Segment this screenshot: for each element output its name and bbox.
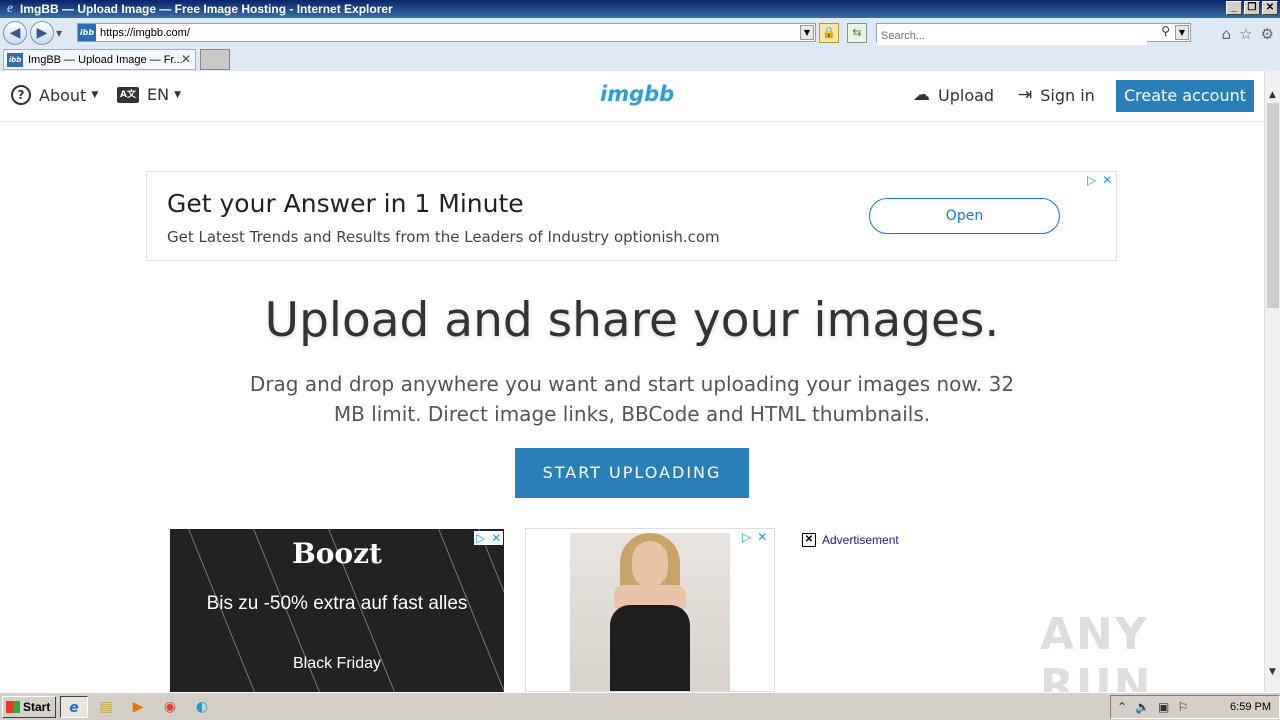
start-uploading-button[interactable]: START UPLOADING — [515, 448, 749, 498]
window-title: ImgBB — Upload Image — Free Image Hostin… — [20, 2, 393, 16]
url-field[interactable]: ibb https://imgbb.com/ ▼ — [77, 23, 816, 42]
close-button[interactable]: ✕ — [1262, 1, 1278, 15]
lock-icon[interactable]: 🔒 — [819, 23, 839, 43]
taskbar-chrome-icon[interactable]: ◉ — [156, 696, 184, 718]
flag-icon[interactable]: ⚐ — [1177, 700, 1188, 714]
language-label: EN — [147, 85, 170, 104]
network-icon[interactable]: ▣ — [1158, 700, 1169, 714]
forward-button[interactable]: ▶ — [30, 21, 54, 45]
adchoices[interactable]: ▷ ✕ — [1087, 173, 1112, 187]
toolbar-icons: ⌂ ☆ ⚙ — [1222, 25, 1274, 43]
ad-headline[interactable]: Get your Answer in 1 Minute — [167, 189, 524, 218]
windows-flag-icon — [6, 700, 20, 713]
signin-link[interactable]: ⇥ Sign in — [1018, 85, 1095, 105]
boozt-offer: Bis zu -50% extra auf fast alles — [206, 593, 468, 614]
new-tab-button[interactable] — [200, 49, 230, 70]
taskbar-explorer-icon[interactable]: ▤ — [92, 696, 120, 718]
window-titlebar: e ImgBB — Upload Image — Free Image Host… — [0, 0, 1280, 18]
ad-close-icon[interactable]: ✕ — [491, 531, 501, 545]
chevron-down-icon: ▼ — [91, 90, 99, 100]
adchoices-play-icon[interactable]: ▷ — [742, 530, 751, 544]
vertical-scrollbar[interactable]: ▲ ▼ — [1264, 71, 1280, 692]
question-circle-icon: ? — [11, 85, 31, 105]
site-header: ? About ▼ A文 EN ▼ imgbb ☁ Upload ⇥ Sign … — [0, 71, 1264, 122]
ad-subline[interactable]: Get Latest Trends and Results from the L… — [167, 228, 720, 246]
clock[interactable]: 6:59 PM — [1230, 701, 1271, 713]
minimize-button[interactable]: _ — [1226, 1, 1242, 15]
tab-favicon-icon: ibb — [7, 52, 23, 67]
search-icon[interactable]: ⚲ — [1161, 24, 1170, 38]
search-dropdown-icon[interactable]: ▼ — [1175, 25, 1189, 40]
upload-link[interactable]: ☁ Upload — [913, 85, 994, 105]
refresh-icon[interactable]: ⇆ — [847, 23, 867, 43]
history-dropdown-icon[interactable]: ▼ — [56, 29, 62, 38]
advertisement-label[interactable]: ✕ Advertisement — [802, 533, 899, 547]
gear-icon[interactable]: ⚙ — [1261, 25, 1274, 43]
language-icon: A文 — [117, 86, 139, 103]
adchoices[interactable]: ▷ ✕ — [474, 531, 504, 545]
advertisement-text[interactable]: Advertisement — [822, 533, 899, 547]
language-menu[interactable]: A文 EN ▼ — [117, 85, 181, 104]
ad-open-button[interactable]: Open — [869, 198, 1060, 234]
ad-close-icon[interactable]: ✕ — [757, 530, 767, 544]
boozt-tagline: Black Friday — [292, 655, 382, 672]
volume-icon[interactable]: 🔈 — [1135, 700, 1150, 714]
boozt-brand: Boozt — [292, 537, 382, 570]
sign-in-icon: ⇥ — [1018, 85, 1033, 105]
model-photo[interactable] — [570, 533, 730, 691]
site-favicon-icon: ibb — [78, 24, 96, 41]
upload-label: Upload — [938, 85, 995, 105]
broken-image-icon: ✕ — [802, 533, 816, 547]
page-viewport: ? About ▼ A文 EN ▼ imgbb ☁ Upload ⇥ Sign … — [0, 71, 1264, 692]
taskbar: Start e ▤ ▶ ◉ ◐ ⌃ 🔈 ▣ ⚐ 6:59 PM — [0, 692, 1280, 720]
scroll-thumb[interactable] — [1267, 103, 1279, 308]
home-icon[interactable]: ⌂ — [1222, 25, 1232, 43]
tab-label: ImgBB — Upload Image — Fr... — [28, 53, 183, 66]
adchoices-play-icon[interactable]: ▷ — [1087, 173, 1096, 187]
adchoices-play-icon[interactable]: ▷ — [476, 531, 485, 545]
tray-expand-icon[interactable]: ⌃ — [1117, 700, 1127, 714]
cloud-upload-icon: ☁ — [913, 85, 930, 105]
scroll-down-icon[interactable]: ▼ — [1265, 664, 1280, 680]
ie-logo-icon: e — [6, 1, 14, 16]
top-advertisement[interactable]: Get your Answer in 1 Minute Get Latest T… — [146, 171, 1117, 261]
tab-close-icon[interactable]: ✕ — [181, 52, 191, 66]
model-face — [632, 541, 668, 587]
search-input[interactable] — [877, 27, 1147, 45]
tab-imgbb[interactable]: ibb ImgBB — Upload Image — Fr... ✕ — [3, 49, 196, 70]
url-dropdown-icon[interactable]: ▼ — [800, 25, 814, 40]
taskbar-edge-icon[interactable]: ◐ — [188, 696, 216, 718]
about-menu[interactable]: ? About ▼ — [11, 85, 98, 105]
anyrun-watermark: ANY RUN — [1040, 609, 1153, 692]
hero-title: Upload and share your images. — [264, 293, 1000, 348]
signin-label: Sign in — [1040, 85, 1095, 105]
ad-close-icon[interactable]: ✕ — [1102, 173, 1112, 187]
about-label: About — [39, 85, 87, 105]
hero-subtitle: Drag and drop anywhere you want and star… — [249, 372, 1015, 426]
window-controls: _ ❐ ✕ — [1226, 1, 1278, 15]
favorites-star-icon[interactable]: ☆ — [1239, 25, 1252, 43]
scroll-up-icon[interactable]: ▲ — [1265, 87, 1280, 103]
tab-bar: ibb ImgBB — Upload Image — Fr... ✕ — [0, 48, 1280, 71]
chevron-down-icon: ▼ — [174, 89, 181, 100]
address-toolbar: ◀ ▶ ▼ ibb https://imgbb.com/ ▼ 🔒 ⇆ ⚲ ▼ ⌂… — [0, 18, 1280, 48]
create-account-button[interactable]: Create account — [1116, 80, 1254, 112]
back-button[interactable]: ◀ — [3, 21, 27, 45]
taskbar-ie-icon[interactable]: e — [60, 695, 88, 718]
start-button[interactable]: Start — [2, 695, 56, 718]
start-label: Start — [23, 699, 51, 714]
imgbb-logo[interactable]: imgbb — [600, 82, 674, 106]
taskbar-media-player-icon[interactable]: ▶ — [124, 696, 152, 718]
maximize-button[interactable]: ❐ — [1244, 1, 1260, 15]
fashion-advertisement[interactable]: ▷ ✕ — [525, 528, 775, 692]
url-text[interactable]: https://imgbb.com/ — [100, 27, 190, 39]
adchoices[interactable]: ▷ ✕ — [742, 530, 767, 544]
model-dress — [610, 605, 690, 691]
boozt-advertisement[interactable]: Boozt Bis zu -50% extra auf fast alles B… — [170, 529, 504, 692]
system-tray: ⌃ 🔈 ▣ ⚐ 6:59 PM — [1110, 695, 1280, 719]
search-field[interactable]: ⚲ ▼ — [876, 23, 1191, 45]
